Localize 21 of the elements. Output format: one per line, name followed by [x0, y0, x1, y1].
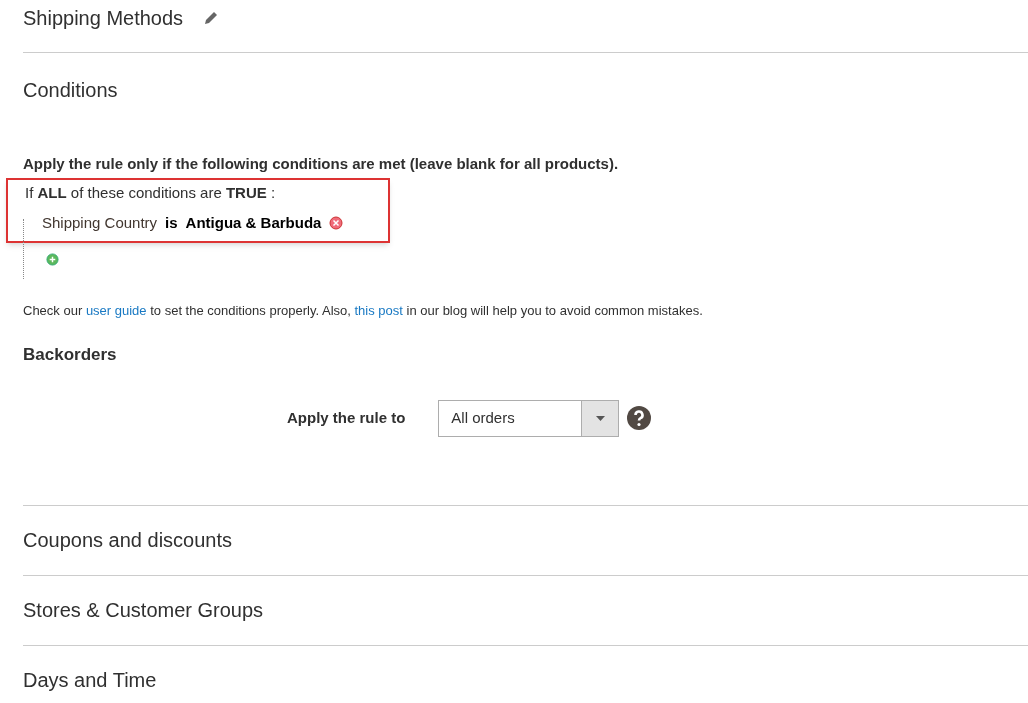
condition-value[interactable]: Antigua & Barbuda [185, 212, 322, 235]
condition-attribute[interactable]: Shipping Country [42, 212, 158, 235]
section-title[interactable]: Days and Time [23, 665, 157, 695]
select-field[interactable]: All orders [438, 399, 620, 437]
help-text: Check our user guide to set the conditions properly. Also, this post in our blog will help you to avoid common mistakes. [23, 301, 704, 320]
add-icon[interactable] [46, 252, 59, 266]
condition-aggregator: If ALL of these conditions are TRUE : [25, 182, 277, 203]
help-icon[interactable] [627, 406, 652, 430]
pencil-icon[interactable] [203, 9, 220, 26]
help-link[interactable]: user guide [85, 302, 147, 318]
section-title[interactable]: Stores & Customer Groups [23, 595, 264, 625]
conditions-intro: Apply the rule only if the following conditions are met (leave blank for all products). [23, 154, 620, 174]
field-label: Apply the rule to [287, 407, 406, 428]
help-link[interactable]: this post [354, 302, 403, 318]
section-title[interactable]: Coupons and discounts [23, 525, 233, 555]
section-title: Conditions [23, 79, 118, 101]
subsection-title: Backorders [23, 344, 118, 366]
caret-icon [595, 415, 605, 421]
remove-icon[interactable] [329, 216, 344, 231]
condition-operator[interactable]: is [165, 212, 178, 235]
section-title: Shipping Methods [23, 5, 184, 31]
